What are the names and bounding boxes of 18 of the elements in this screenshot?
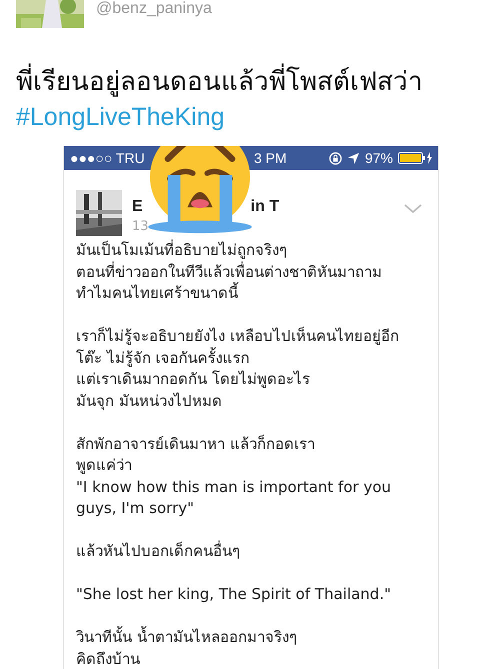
clock-text: 3 PM [254,150,288,166]
post-paragraph: เราก็ไม่รู้จะอธิบายยังไง เหลือบไปเห็นคนไทยอยู่อีก โต๊ะ ไม่รู้จัก เจอกันครั้งแรก แต่เราเดินมากอดกัน โดยไม่พูดอะไร มันจุก มันหน่วงไปหมด [76,326,400,412]
author-name[interactable]: E [132,198,143,216]
tweet-text: พี่เรียนอยู่ลอนดอนแล้วพี่โพสต์เฟสว่า [16,64,500,100]
carrier-text: ●●●○○ TRU [70,150,146,166]
chevron-down-icon [404,204,422,214]
location-arrow-icon [346,152,360,164]
post-paragraph: สักพักอาจารย์เดินมาหา แล้วก็กอดเรา พูดแค่ว่า "I know how this man is important for you guys, I'm sorry" [76,434,392,519]
author-name[interactable]: in T [250,198,280,216]
post-paragraph: วินาทีนั้น น้ำตามันไหลออกมาจริงๆ คิดถึงบ้าน [76,627,298,669]
post-paragraph: มันเป็นโมเม้นที่อธิบายไม่ถูกจริงๆ ตอนที่ข่าวออกในทีวีแล้วเพื่อนต่างชาติหันมาถาม ทำไมคนไทยเศร้าขนาดนี้ [76,240,383,304]
battery-percent: 97% [364,150,393,166]
crying-face-icon [148,146,252,234]
post-paragraph: แล้วหันไปบอกเด็กคนอื่นๆ [76,541,241,562]
post-time: 13 [132,219,150,234]
post-paragraph: "She lost her king, The Spirit of Thailand." [76,584,392,605]
rotation-lock-icon [328,152,342,164]
battery-icon [398,152,432,164]
